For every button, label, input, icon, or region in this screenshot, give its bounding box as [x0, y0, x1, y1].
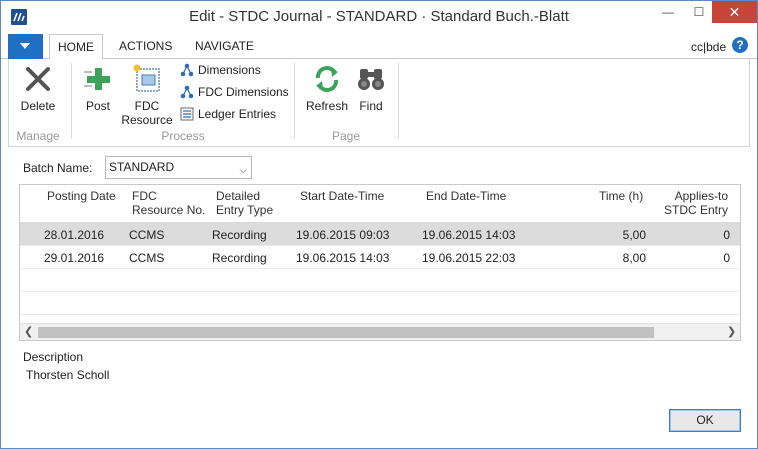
title-bar: Edit - STDC Journal - STANDARD · Standar…	[1, 1, 757, 32]
column-header-start-date-time[interactable]: Start Date-Time	[300, 189, 384, 203]
chevron-down-icon: ⌵	[239, 165, 247, 176]
group-divider	[71, 63, 72, 139]
post-label: Post	[85, 99, 110, 113]
app-menu-button[interactable]	[8, 34, 43, 59]
ribbon: Delete Manage Post FDC Resource Dimensio…	[8, 59, 750, 147]
group-divider	[398, 63, 399, 139]
column-header-detailed-entry-type[interactable]: Detailed Entry Type	[216, 189, 273, 217]
scroll-left-icon[interactable]: ❮	[24, 325, 33, 338]
column-header-end-date-time[interactable]: End Date-Time	[426, 189, 506, 203]
refresh-button[interactable]: Refresh	[304, 63, 350, 113]
group-label-process: Process	[161, 129, 205, 143]
cell-time[interactable]: 5,00	[580, 228, 646, 242]
table-row[interactable]: 29.01.2016 CCMS Recording 19.06.2015 14:…	[20, 246, 740, 269]
post-icon	[82, 63, 114, 95]
scroll-right-icon[interactable]: ❯	[727, 325, 736, 338]
column-header-text: STDC Entry	[663, 203, 728, 217]
description-value: Thorsten Scholl	[26, 368, 110, 382]
column-header-posting-date[interactable]: Posting Date	[47, 189, 116, 203]
tab-actions[interactable]: ACTIONS	[111, 34, 180, 59]
group-label-manage: Manage	[16, 129, 60, 143]
table-row[interactable]: 28.01.2016 CCMS Recording 19.06.2015 09:…	[20, 223, 740, 246]
fdc-dimensions-label: FDC Dimensions	[198, 85, 289, 99]
cell-posting-date[interactable]: 28.01.2016	[44, 228, 104, 242]
fdc-resource-label-1: FDC	[134, 99, 160, 113]
group-label-page: Page	[331, 129, 361, 143]
column-header-text: Resource No.	[132, 203, 206, 217]
cell-applies[interactable]: 0	[680, 228, 730, 242]
group-divider	[294, 63, 295, 139]
ribbon-group-process: Post FDC Resource Dimensions FDC Dimensi…	[73, 59, 293, 147]
cell-start[interactable]: 19.06.2015 14:03	[296, 251, 389, 265]
dimensions-icon	[180, 63, 194, 77]
column-header-text: Detailed	[216, 189, 261, 203]
column-header-applies-to[interactable]: Applies-to STDC Entry	[660, 189, 728, 217]
minimize-button[interactable]: —	[653, 1, 683, 23]
delete-button[interactable]: Delete	[19, 63, 57, 113]
delete-icon	[22, 63, 54, 95]
batch-name-select[interactable]: STANDARD ⌵	[105, 156, 252, 179]
close-button[interactable]: ✕	[712, 1, 757, 23]
fdc-dimensions-icon	[180, 85, 194, 99]
dimensions-button[interactable]: Dimensions	[180, 61, 261, 79]
fdc-dimensions-button[interactable]: FDC Dimensions	[180, 83, 289, 101]
delete-label: Delete	[20, 99, 56, 113]
user-label: cc|bde	[691, 40, 727, 54]
cell-posting-date[interactable]: 29.01.2016	[44, 251, 104, 265]
grid-header: Posting Date FDC Resource No. Detailed E…	[20, 185, 740, 223]
cell-entry-type[interactable]: Recording	[212, 251, 267, 265]
horizontal-scrollbar[interactable]: ❮ ❯	[20, 323, 740, 340]
column-header-fdc-resource[interactable]: FDC Resource No.	[132, 189, 205, 217]
cell-resource[interactable]: CCMS	[129, 228, 164, 242]
table-row-empty[interactable]	[20, 269, 740, 292]
tab-navigate[interactable]: NAVIGATE	[187, 34, 262, 59]
fdc-resource-label-2: Resource	[121, 113, 173, 127]
description-label: Description	[23, 350, 84, 364]
cell-applies[interactable]: 0	[680, 251, 730, 265]
column-header-time[interactable]: Time (h)	[599, 189, 643, 203]
ledger-entries-button[interactable]: Ledger Entries	[180, 105, 276, 123]
dimensions-label: Dimensions	[198, 63, 261, 77]
ribbon-group-manage: Delete Manage	[9, 59, 67, 147]
batch-name-value: STANDARD	[109, 160, 175, 174]
find-button[interactable]: Find	[354, 63, 388, 113]
cell-end[interactable]: 19.06.2015 14:03	[422, 228, 515, 242]
ok-button[interactable]: OK	[669, 409, 741, 432]
binoculars-icon	[355, 63, 387, 95]
ledger-entries-icon	[180, 107, 194, 121]
column-header-text: Entry Type	[216, 203, 274, 217]
find-label: Find	[359, 99, 383, 113]
scrollbar-thumb[interactable]	[38, 327, 654, 338]
table-row-empty[interactable]	[20, 292, 740, 315]
tab-home[interactable]: HOME	[49, 34, 103, 60]
cell-resource[interactable]: CCMS	[129, 251, 164, 265]
column-header-text: Applies-to	[674, 189, 728, 203]
dialog-window: Edit - STDC Journal - STANDARD · Standar…	[0, 0, 758, 449]
fdc-resource-button[interactable]: FDC Resource	[121, 63, 173, 127]
cell-time[interactable]: 8,00	[580, 251, 646, 265]
ribbon-tab-bar: HOME ACTIONS NAVIGATE cc|bde ?	[1, 34, 757, 60]
ledger-entries-label: Ledger Entries	[198, 107, 277, 121]
refresh-label: Refresh	[305, 99, 349, 113]
journal-lines-grid: Posting Date FDC Resource No. Detailed E…	[19, 184, 741, 341]
column-header-text: FDC	[132, 189, 157, 203]
cell-end[interactable]: 19.06.2015 22:03	[422, 251, 515, 265]
post-button[interactable]: Post	[81, 63, 115, 113]
batch-name-label: Batch Name:	[23, 161, 93, 175]
maximize-button[interactable]: ☐	[684, 1, 714, 23]
chevron-down-icon	[20, 43, 30, 49]
cell-entry-type[interactable]: Recording	[212, 228, 267, 242]
help-icon[interactable]: ?	[732, 37, 748, 53]
cell-start[interactable]: 19.06.2015 09:03	[296, 228, 389, 242]
window-title: Edit - STDC Journal - STANDARD · Standar…	[189, 8, 569, 25]
fdc-resource-icon	[131, 63, 163, 95]
refresh-icon	[311, 63, 343, 95]
ribbon-group-page: Refresh Find Page	[296, 59, 396, 147]
